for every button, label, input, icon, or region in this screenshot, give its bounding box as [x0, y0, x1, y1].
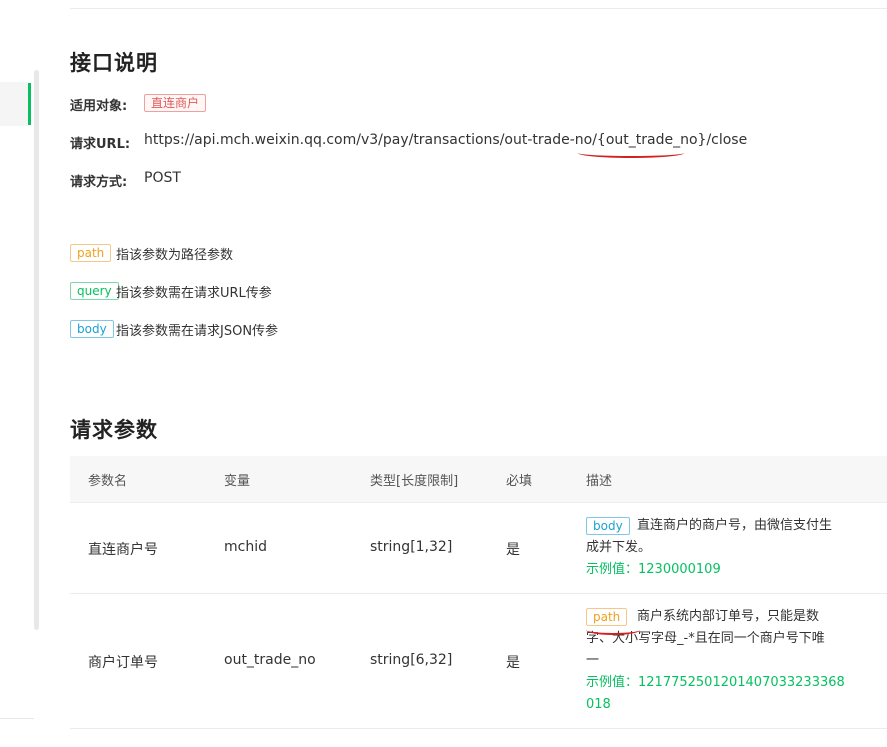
cell-type: string[1,32]: [370, 539, 453, 555]
sidebar-divider: [0, 718, 34, 719]
applicable-tag: 直连商户: [144, 94, 207, 112]
th-variable: 变量: [224, 474, 251, 489]
cell-example-line2: 018: [586, 697, 611, 712]
annotation-underline-url: [578, 148, 684, 158]
request-url: https://api.mch.weixin.qq.com/v3/pay/tra…: [144, 132, 747, 148]
legend-text-path: 指该参数为路径参数: [116, 248, 234, 263]
sidebar-active-indicator: [28, 83, 31, 125]
cell-example-line1: 示例值：1217752501201407033233368: [586, 675, 845, 690]
table-row-divider: [70, 728, 887, 729]
th-description: 描述: [586, 474, 613, 489]
cell-name: 商户订单号: [88, 655, 158, 671]
cell-name: 直连商户号: [88, 542, 158, 558]
cell-tag-body: body: [586, 517, 630, 535]
section-title-params: 请求参数: [70, 418, 158, 442]
top-divider: [70, 8, 887, 9]
cell-variable: mchid: [224, 539, 267, 555]
cell-required: 是: [506, 655, 520, 671]
table-row-divider: [70, 502, 887, 503]
cell-required: 是: [506, 542, 520, 558]
cell-desc-line1: 直连商户的商户号，由微信支付生: [637, 518, 833, 533]
table-header: [70, 456, 887, 502]
sidebar-scrollbar[interactable]: [34, 70, 39, 630]
cell-desc-line2: 成并下发。: [586, 540, 652, 555]
cell-tag-path: path: [586, 608, 628, 626]
cell-example: 示例值：1230000109: [586, 562, 721, 577]
method-label: 请求方式:: [70, 175, 128, 190]
legend-tag-path: path: [70, 244, 112, 262]
applicable-label: 适用对象:: [70, 99, 128, 114]
method-value: POST: [144, 170, 181, 186]
legend-tag-query: query: [70, 282, 119, 300]
th-required: 必填: [506, 474, 533, 489]
url-label: 请求URL:: [70, 137, 131, 152]
cell-desc-line3: 一: [586, 653, 600, 668]
section-title-interface: 接口说明: [70, 51, 158, 75]
legend-text-query: 指该参数需在请求URL传参: [116, 286, 272, 301]
cell-variable: out_trade_no: [224, 652, 316, 668]
url-suffix: /close: [706, 132, 748, 148]
table-row-divider: [70, 593, 887, 594]
cell-desc-line1: 商户系统内部订单号，只能是数: [637, 609, 820, 624]
cell-type: string[6,32]: [370, 652, 453, 668]
sidebar-active-item[interactable]: [0, 82, 30, 126]
url-prefix: https://api.mch.weixin.qq.com/v3/pay/tra…: [144, 132, 597, 148]
annotation-underline-path: [586, 625, 640, 635]
legend-tag-body: body: [70, 320, 114, 338]
th-type: 类型[长度限制]: [370, 474, 459, 489]
url-param: {out_trade_no}: [596, 132, 707, 148]
th-name: 参数名: [88, 474, 128, 489]
legend-text-body: 指该参数需在请求JSON传参: [116, 324, 279, 339]
